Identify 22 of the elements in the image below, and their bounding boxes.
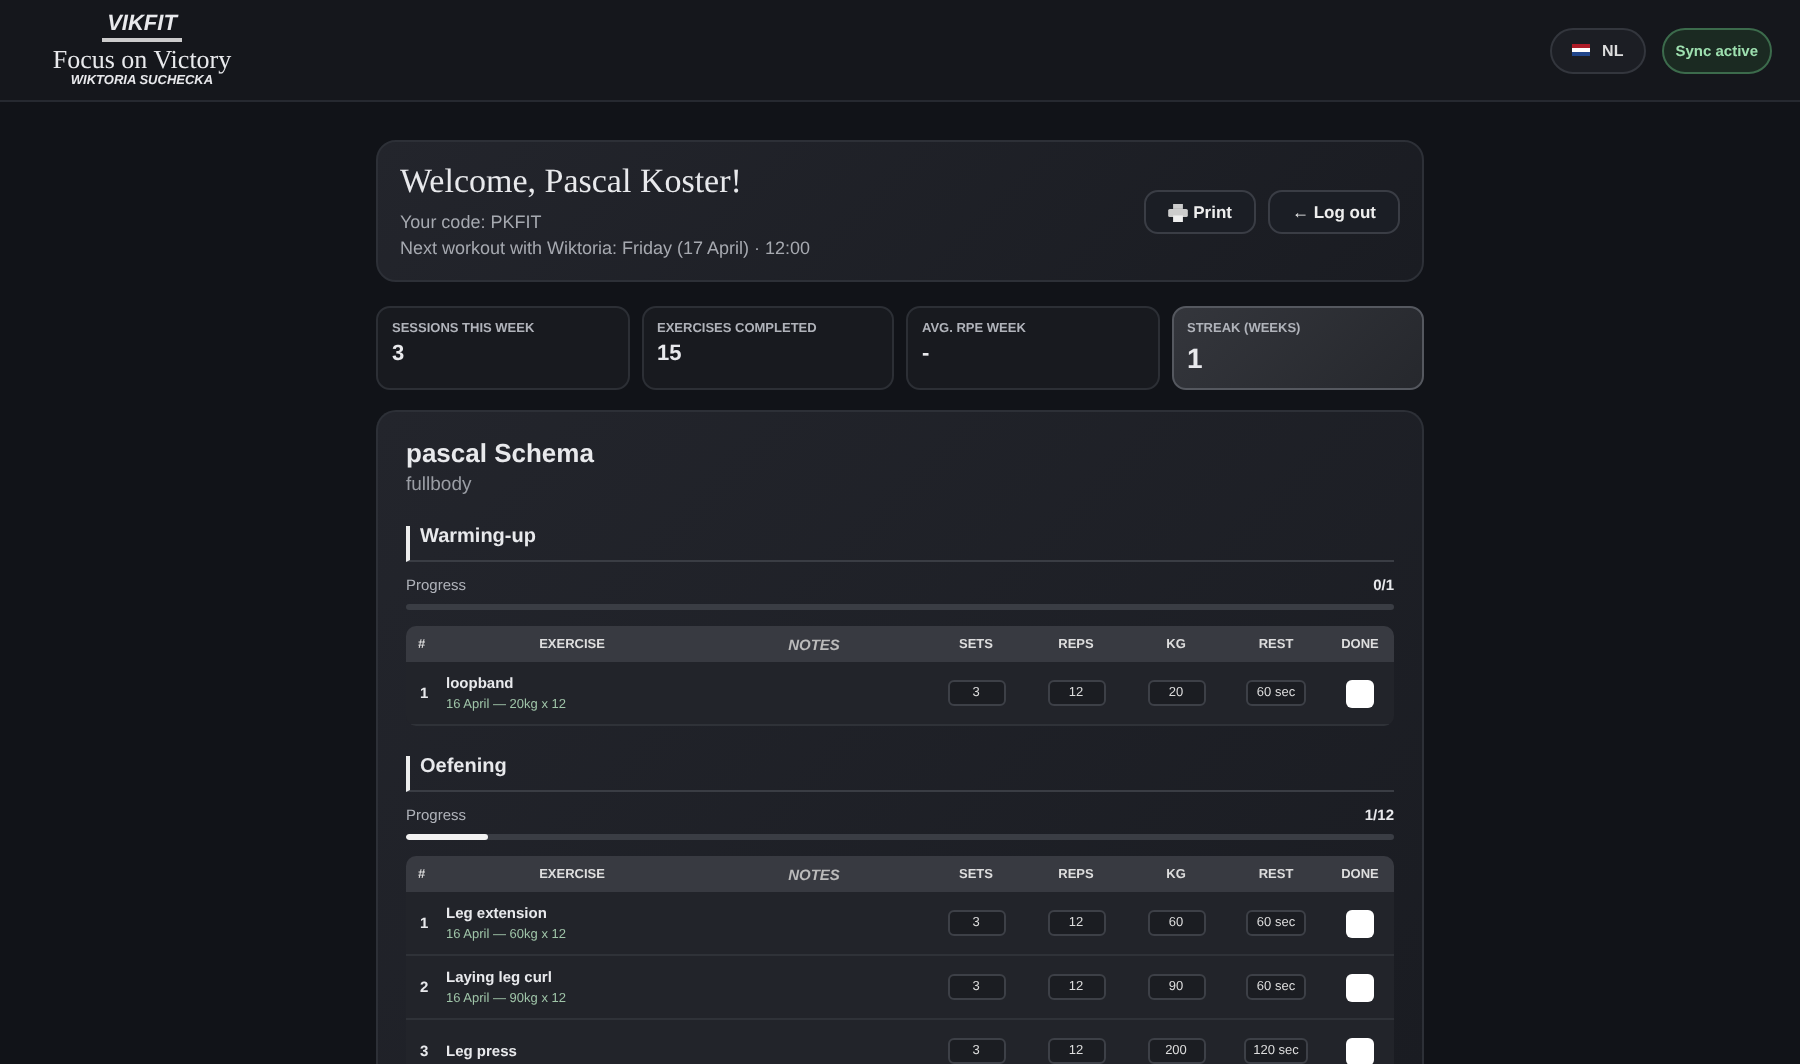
stat-value: 3 [392,342,407,366]
next-workout-text: Next workout with Wiktoria: Friday (17 April) · 12:00 [400,236,811,262]
done-checkbox[interactable] [1346,1037,1374,1064]
done-checkbox[interactable] [1346,909,1374,937]
brand-logo-text: VIKFIT [101,13,183,41]
plan-title: pascal Schema [406,438,596,468]
print-button[interactable]: Print [1143,190,1256,234]
language-button[interactable]: NL [1550,27,1646,73]
printer-icon [1167,203,1188,221]
brand-tagline: Focus on Victory [52,45,232,73]
section-title: Oefening [406,756,1394,792]
plan-subtitle: fullbody [406,474,474,496]
flag-icon [1572,44,1591,56]
done-checkbox[interactable] [1346,973,1374,1001]
stat-value: 1 [1187,342,1205,374]
stat-value: - [922,342,932,366]
welcome-title: Welcome, Pascal Koster! [400,162,744,202]
client-code: Your code: PKFIT [400,210,544,236]
section-title: Warming-up [406,526,1394,562]
done-checkbox[interactable] [1346,679,1374,707]
logout-button[interactable]: ← Log out [1267,190,1400,234]
stat-value: 15 [657,342,684,366]
